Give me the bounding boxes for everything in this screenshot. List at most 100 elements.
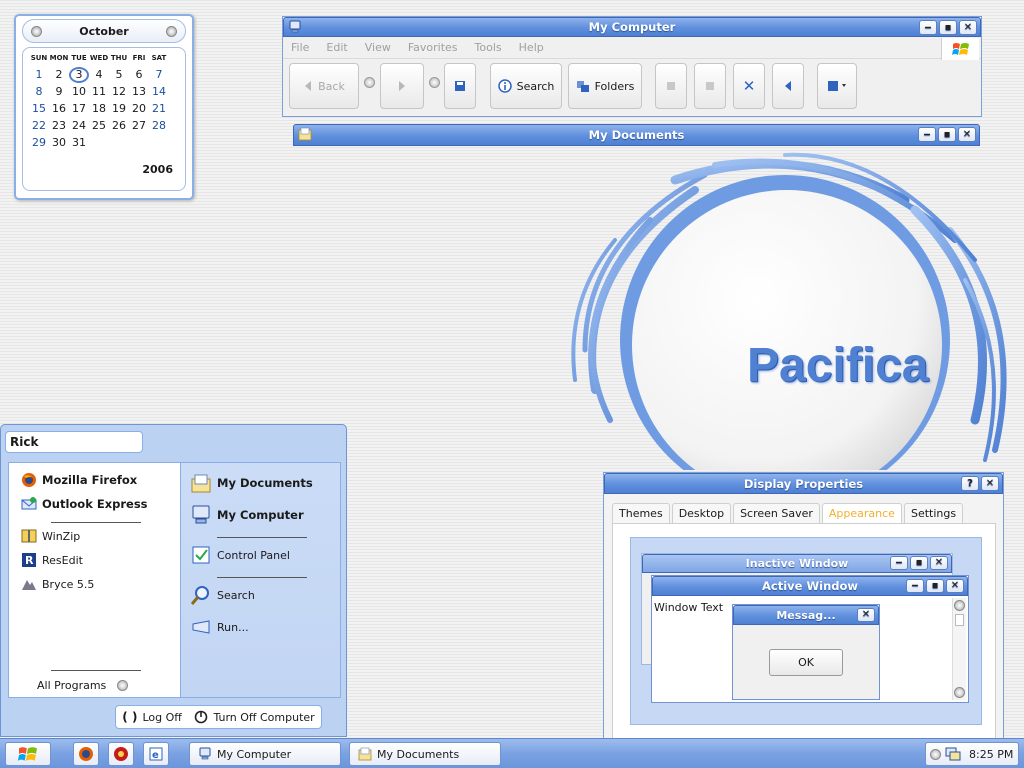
- tab-settings[interactable]: Settings: [903, 503, 964, 523]
- start-item-outlook-express[interactable]: Outlook Express: [21, 496, 148, 512]
- maximize-button[interactable]: ▪: [938, 127, 956, 142]
- log-off-button[interactable]: ( ) Log Off: [122, 710, 182, 724]
- minimize-button[interactable]: ‒: [919, 20, 937, 35]
- calendar-day[interactable]: 20: [129, 101, 149, 117]
- calendar-day[interactable]: 14: [149, 84, 169, 100]
- calendar-day[interactable]: 16: [49, 101, 69, 117]
- menu-edit[interactable]: Edit: [326, 41, 347, 54]
- search-button[interactable]: Search: [490, 63, 562, 109]
- delete-button[interactable]: ✕: [733, 63, 765, 109]
- calendar-day[interactable]: 6: [129, 67, 149, 83]
- quicklaunch-firefox[interactable]: [73, 742, 99, 766]
- log-off-icon: ( ): [122, 710, 138, 724]
- minimize-button[interactable]: ‒: [918, 127, 936, 142]
- start-item-winzip[interactable]: WinZip: [21, 528, 80, 544]
- calendar-day[interactable]: 25: [89, 118, 109, 134]
- all-programs-button[interactable]: All Programs: [37, 679, 129, 692]
- maximize-button[interactable]: ▪: [939, 20, 957, 35]
- back-button[interactable]: Back: [289, 63, 359, 109]
- menu-file[interactable]: File: [291, 41, 309, 54]
- help-button[interactable]: ?: [961, 476, 979, 491]
- menu-tools[interactable]: Tools: [475, 41, 502, 54]
- forward-history-button[interactable]: [429, 77, 440, 88]
- start-item-my-computer[interactable]: My Computer: [190, 504, 304, 526]
- calendar-day[interactable]: 18: [89, 101, 109, 117]
- calendar-day[interactable]: 29: [29, 135, 49, 151]
- folders-button[interactable]: Folders: [568, 63, 642, 109]
- my-computer-window[interactable]: My Computer ‒ ▪ ✕ File Edit View Favorit…: [282, 16, 982, 117]
- taskbar-button-my-documents[interactable]: My Documents: [349, 742, 501, 766]
- start-item-bryce[interactable]: Bryce 5.5: [21, 576, 94, 592]
- forward-button[interactable]: [380, 63, 424, 109]
- calendar-day[interactable]: 1: [29, 67, 49, 83]
- quicklaunch-opera[interactable]: [108, 742, 134, 766]
- calendar-day[interactable]: 11: [89, 84, 109, 100]
- calendar-today[interactable]: 3: [69, 67, 89, 83]
- calendar-day[interactable]: 13: [129, 84, 149, 100]
- calendar-day[interactable]: 22: [29, 118, 49, 134]
- views-button[interactable]: [817, 63, 857, 109]
- calendar-day: [129, 135, 149, 151]
- calendar-day[interactable]: 31: [69, 135, 89, 151]
- preview-active-titlebar: Active Window ‒ ▪ ✕: [652, 576, 968, 596]
- my-documents-titlebar[interactable]: My Documents ‒ ▪ ✕: [293, 124, 980, 146]
- quicklaunch-ie[interactable]: e: [143, 742, 169, 766]
- close-button: ✕: [946, 579, 964, 593]
- close-button[interactable]: ✕: [958, 127, 976, 142]
- back-history-button[interactable]: [364, 77, 375, 88]
- calendar-day[interactable]: 17: [69, 101, 89, 117]
- calendar-day[interactable]: 26: [109, 118, 129, 134]
- previous-month-button[interactable]: [31, 25, 42, 37]
- calendar-day[interactable]: 28: [149, 118, 169, 134]
- menu-view[interactable]: View: [365, 41, 391, 54]
- system-tray: 8:25 PM: [925, 742, 1019, 766]
- tray-expand-icon[interactable]: [930, 748, 941, 760]
- calendar-day[interactable]: 21: [149, 101, 169, 117]
- tab-themes[interactable]: Themes: [612, 503, 670, 523]
- calendar-day[interactable]: 27: [129, 118, 149, 134]
- menu-favorites[interactable]: Favorites: [408, 41, 458, 54]
- calendar-day[interactable]: 23: [49, 118, 69, 134]
- turn-off-computer-button[interactable]: Turn Off Computer: [194, 710, 315, 724]
- calendar-day[interactable]: 10: [69, 84, 89, 100]
- taskbar-button-my-computer[interactable]: My Computer: [189, 742, 341, 766]
- menu-help[interactable]: Help: [519, 41, 544, 54]
- close-button[interactable]: ✕: [981, 476, 999, 491]
- calendar-day[interactable]: 5: [109, 67, 129, 83]
- calendar-day[interactable]: 12: [109, 84, 129, 100]
- calendar-day[interactable]: 2: [49, 67, 69, 83]
- display-properties-titlebar[interactable]: Display Properties ? ✕: [604, 473, 1003, 494]
- my-computer-titlebar[interactable]: My Computer ‒ ▪ ✕: [283, 17, 981, 37]
- move-to-button[interactable]: [655, 63, 687, 109]
- start-item-resedit[interactable]: R ResEdit: [21, 552, 83, 568]
- tab-appearance[interactable]: Appearance: [821, 503, 902, 523]
- start-item-firefox[interactable]: Mozilla Firefox: [21, 472, 137, 488]
- copy-to-button[interactable]: [694, 63, 726, 109]
- clock[interactable]: 8:25 PM: [969, 748, 1013, 761]
- calendar-day[interactable]: 24: [69, 118, 89, 134]
- network-icon[interactable]: [945, 747, 961, 761]
- calendar-day[interactable]: 15: [29, 101, 49, 117]
- calendar-day[interactable]: 9: [49, 84, 69, 100]
- next-month-button[interactable]: [165, 25, 177, 37]
- start-button[interactable]: [5, 742, 51, 766]
- close-button[interactable]: ✕: [959, 20, 977, 35]
- up-folder-button[interactable]: [444, 63, 476, 109]
- calendar-day[interactable]: 19: [109, 101, 129, 117]
- start-item-run[interactable]: Run...: [190, 616, 249, 638]
- calendar-day: [89, 135, 109, 151]
- tab-screen-saver[interactable]: Screen Saver: [733, 503, 820, 523]
- display-properties-window[interactable]: Display Properties ? ✕ Themes Desktop Sc…: [603, 472, 1004, 742]
- scroll-down-icon: [954, 687, 965, 698]
- tab-desktop[interactable]: Desktop: [671, 503, 732, 523]
- calendar-day[interactable]: 7: [149, 67, 169, 83]
- window-controls: ‒ ▪ ✕: [919, 20, 977, 35]
- calendar-day[interactable]: 8: [29, 84, 49, 100]
- start-item-control-panel[interactable]: Control Panel: [190, 544, 290, 566]
- calendar-day[interactable]: 30: [49, 135, 69, 151]
- calendar-day[interactable]: 4: [89, 67, 109, 83]
- start-item-search[interactable]: Search: [190, 584, 255, 606]
- undo-button[interactable]: [772, 63, 804, 109]
- start-item-my-documents[interactable]: My Documents: [190, 472, 313, 494]
- my-documents-window[interactable]: My Documents ‒ ▪ ✕: [293, 124, 980, 146]
